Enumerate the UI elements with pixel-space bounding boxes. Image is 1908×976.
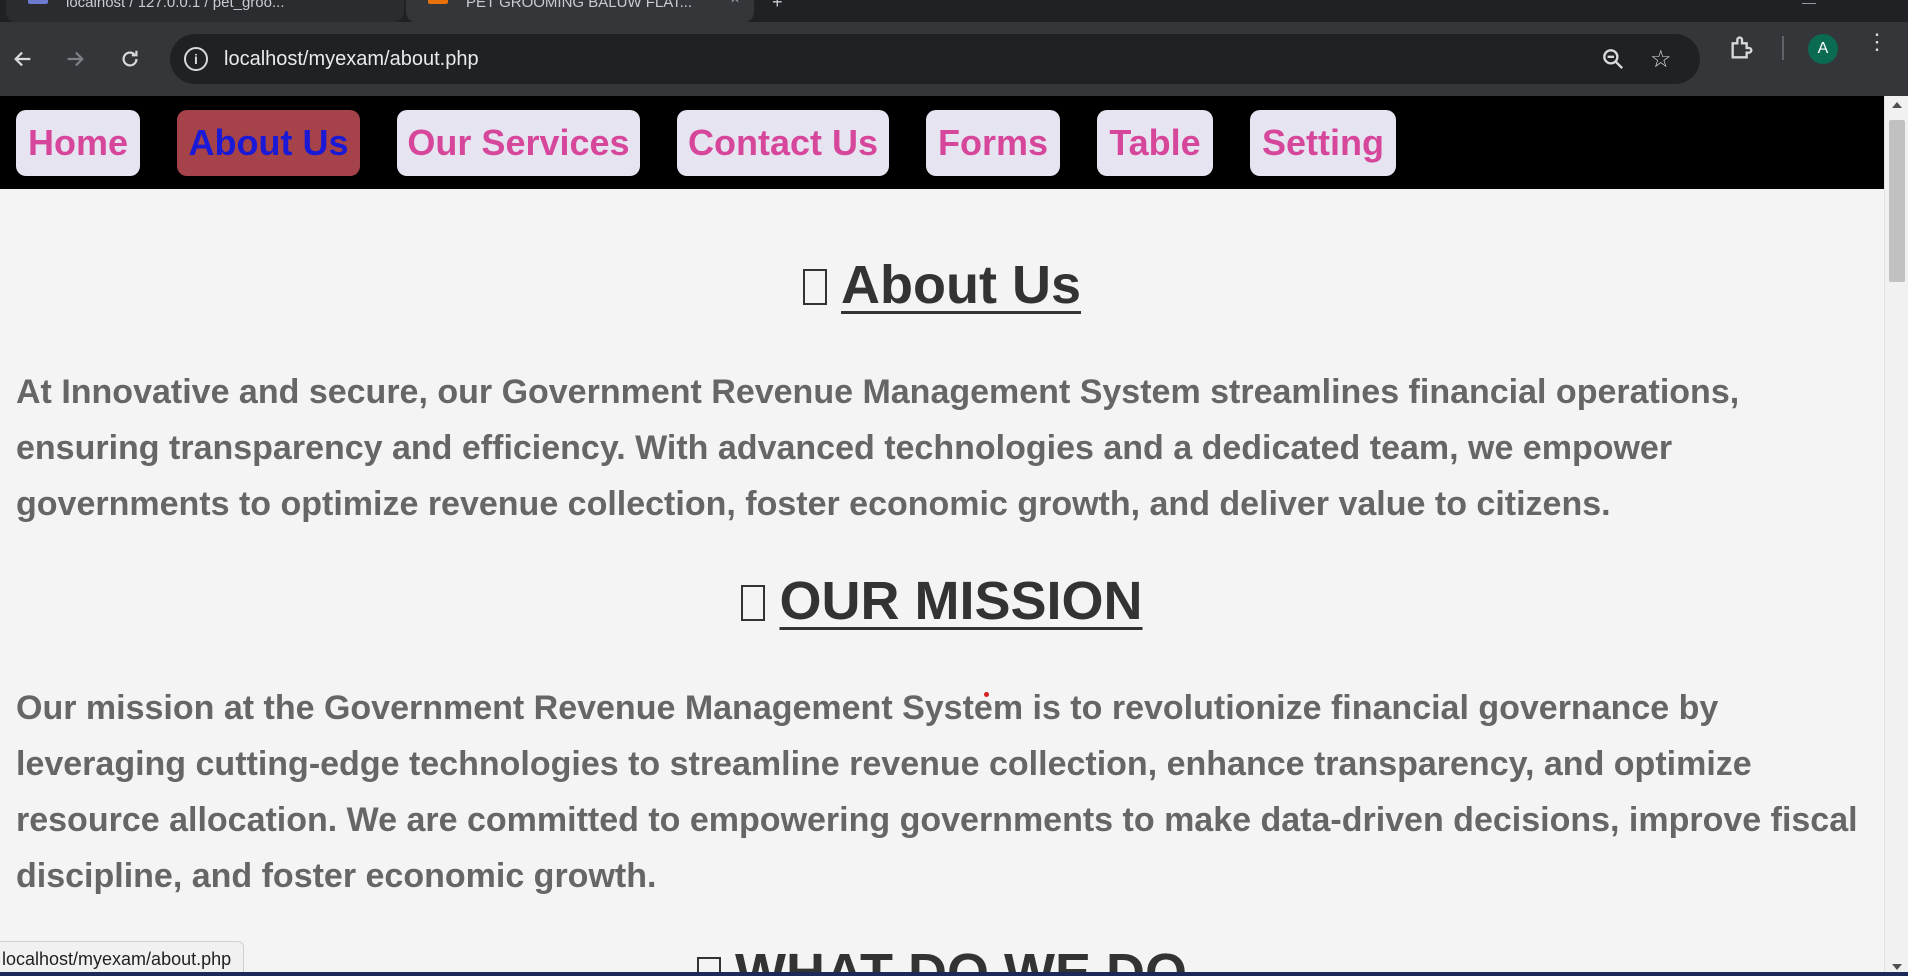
zoom-icon[interactable] — [1600, 46, 1626, 72]
scroll-down-arrow-icon[interactable] — [1892, 964, 1902, 970]
what-we-do-heading: WHAT DO WE DO — [0, 942, 1884, 976]
browser-toolbar: i localhost/myexam/about.php ☆ A ⋮ — [0, 22, 1908, 96]
site-navbar: Home About Us Our Services Contact Us Fo… — [0, 96, 1884, 189]
nav-about-us[interactable]: About Us — [177, 110, 360, 176]
tab-title: PET GROOMING BALUW FLAT... — [466, 0, 693, 11]
page-viewport: Home About Us Our Services Contact Us Fo… — [0, 96, 1884, 976]
nav-our-services[interactable]: Our Services — [397, 110, 640, 176]
about-heading-text: About Us — [841, 255, 1081, 315]
nav-table[interactable]: Table — [1097, 110, 1213, 176]
extensions-icon[interactable] — [1728, 34, 1756, 62]
bookmark-star-icon[interactable]: ☆ — [1650, 45, 1672, 74]
phpmyadmin-favicon-icon — [28, 0, 48, 4]
missing-glyph-icon — [803, 269, 828, 305]
site-info-icon[interactable]: i — [184, 47, 208, 71]
nav-setting[interactable]: Setting — [1250, 110, 1396, 176]
link-status-bar: localhost/myexam/about.php — [0, 941, 245, 976]
avatar[interactable]: A — [1808, 34, 1838, 64]
nav-home[interactable]: Home — [16, 110, 140, 176]
url-text[interactable]: localhost/myexam/about.php — [224, 48, 479, 71]
kebab-menu-icon[interactable]: ⋮ — [1866, 31, 1888, 53]
site-favicon-icon — [428, 0, 448, 4]
arrow-right-icon — [67, 51, 84, 67]
close-icon[interactable]: ✕ — [730, 0, 740, 5]
cursor-dot — [984, 692, 989, 697]
forward-button[interactable] — [60, 44, 90, 74]
tab-title: localhost / 127.0.0.1 / pet_groo... — [66, 0, 285, 11]
mission-paragraph: Our mission at the Government Revenue Ma… — [16, 689, 1858, 895]
nav-forms[interactable]: Forms — [926, 110, 1060, 176]
scroll-up-arrow-icon[interactable] — [1892, 102, 1902, 108]
new-tab-icon[interactable]: + — [772, 0, 783, 13]
toolbar-divider — [1782, 36, 1784, 60]
about-heading: About Us — [0, 254, 1884, 316]
reload-icon — [122, 50, 138, 67]
arrow-left-icon — [14, 51, 31, 67]
about-paragraph: At Innovative and secure, our Government… — [16, 373, 1740, 523]
page-scrollbar[interactable] — [1884, 96, 1908, 976]
nav-contact-us[interactable]: Contact Us — [677, 110, 889, 176]
address-bar[interactable]: i localhost/myexam/about.php ☆ — [170, 34, 1700, 84]
mission-heading-text: OUR MISSION — [779, 571, 1143, 631]
scroll-thumb[interactable] — [1889, 120, 1905, 282]
mission-heading: OUR MISSION — [0, 570, 1884, 632]
minimize-icon[interactable]: — — [1802, 0, 1816, 10]
back-button[interactable] — [8, 44, 38, 74]
tab-strip: localhost / 127.0.0.1 / pet_groo... PET … — [0, 0, 1908, 22]
taskbar-edge — [0, 972, 1908, 976]
missing-glyph-icon — [741, 585, 766, 621]
reload-button[interactable] — [115, 44, 145, 74]
browser-tab[interactable]: localhost / 127.0.0.1 / pet_groo... — [6, 0, 404, 22]
browser-tab-active[interactable]: PET GROOMING BALUW FLAT... ✕ — [406, 0, 754, 22]
